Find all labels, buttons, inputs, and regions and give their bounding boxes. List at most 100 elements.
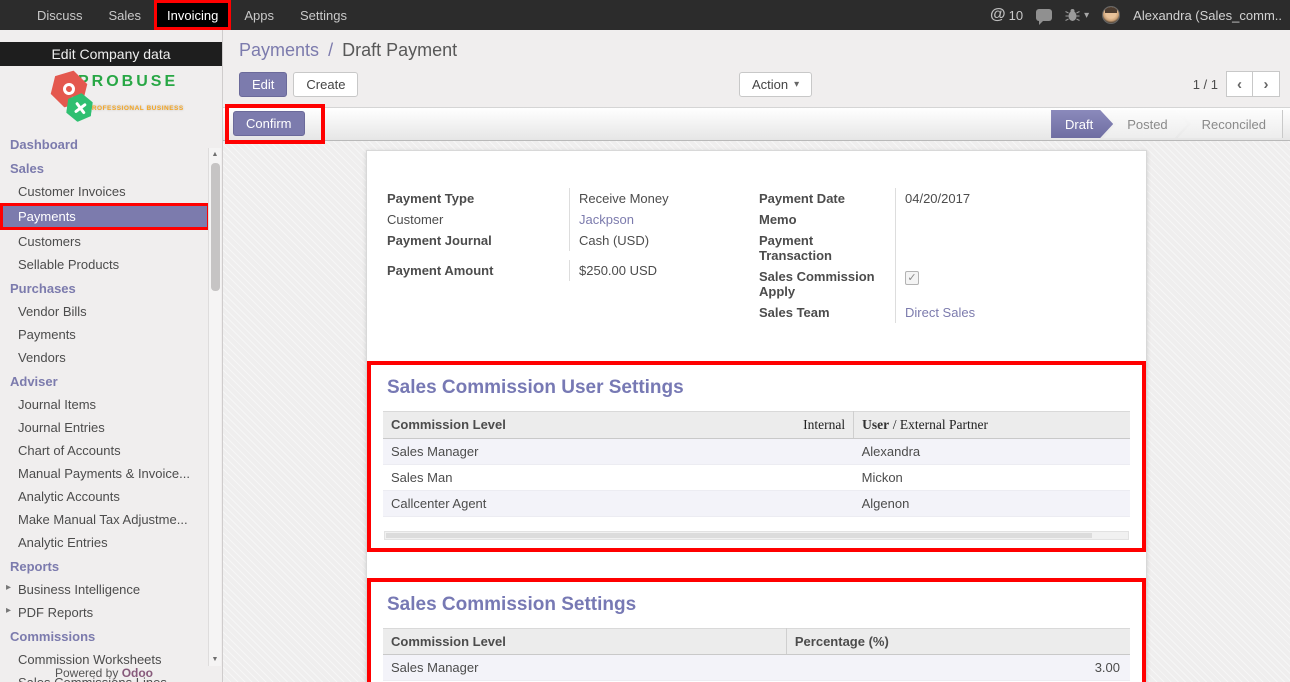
col-commission-level[interactable]: Commission Level Internal [383, 412, 854, 439]
col-commission-level[interactable]: Commission Level [383, 629, 786, 655]
cell-user: Mickon [854, 465, 1130, 491]
sidebar-item-dashboard[interactable]: Dashboard [0, 132, 222, 156]
status-reconciled[interactable]: Reconciled [1178, 110, 1283, 138]
form-sheet: Payment Type Receive Money Customer Jack… [366, 150, 1147, 682]
menu-invoicing[interactable]: Invoicing [154, 0, 231, 30]
sidebar-item-payments[interactable]: Payments [3, 206, 207, 227]
menu-discuss[interactable]: Discuss [24, 0, 96, 30]
sidebar-item-vendors[interactable]: Vendors [0, 346, 222, 369]
table-row[interactable]: Sales Manager 3.00 [383, 655, 1130, 681]
debug-menu[interactable]: ▾ [1065, 8, 1089, 22]
customer-link[interactable]: Jackpson [569, 209, 759, 230]
annotation-box-confirm: Confirm [225, 104, 325, 144]
magnifier-icon [62, 82, 77, 97]
cell-user: Alexandra [854, 439, 1130, 465]
sidebar-section-adviser[interactable]: Adviser [0, 369, 222, 393]
user-menu[interactable]: Alexandra (Sales_comm.. [1133, 8, 1282, 23]
sidebar-item-manual-tax[interactable]: Make Manual Tax Adjustme... [0, 508, 222, 531]
mention-count: 10 [1009, 8, 1023, 23]
table-row[interactable]: Sales Man Mickon [383, 465, 1130, 491]
mentions-counter[interactable]: @ 10 [990, 6, 1023, 24]
expand-arrow-icon[interactable]: ▸ [6, 605, 11, 616]
scrollbar-thumb[interactable] [386, 533, 1092, 538]
sidebar-section-sales[interactable]: Sales [0, 156, 222, 180]
table-row[interactable]: Callcenter Agent Algenon [383, 491, 1130, 517]
sidebar-item-analytic-accounts[interactable]: Analytic Accounts [0, 485, 222, 508]
sidebar-item-journal-items[interactable]: Journal Items [0, 393, 222, 416]
logo-text: PROBUSE PROFESSIONAL BUSINESS [78, 73, 198, 122]
sidebar-scrollbar[interactable]: ▲ ▼ [208, 148, 221, 666]
sidebar-item-analytic-entries[interactable]: Analytic Entries [0, 531, 222, 554]
sidebar-item-label: PDF Reports [18, 605, 93, 620]
sidebar-nav: Dashboard Sales Customer Invoices Paymen… [0, 132, 222, 682]
powered-prefix: Powered by [55, 666, 118, 680]
pager-previous-button[interactable]: ‹ [1226, 71, 1253, 97]
breadcrumb: Payments / Draft Payment [223, 30, 1290, 65]
mention-icon: @ [990, 6, 1006, 24]
sales-team-link[interactable]: Direct Sales [895, 302, 1128, 323]
payment-journal-value: Cash (USD) [569, 230, 759, 251]
statusbar: Confirm Draft Posted Reconciled [223, 107, 1290, 141]
breadcrumb-payments-link[interactable]: Payments [239, 40, 319, 60]
horizontal-scrollbar[interactable] [384, 531, 1129, 540]
sidebar-item-business-intelligence[interactable]: ▸Business Intelligence [0, 578, 222, 601]
main-panel: Payments / Draft Payment Edit Create Act… [223, 30, 1290, 682]
expand-arrow-icon[interactable]: ▸ [6, 582, 11, 593]
status-draft[interactable]: Draft [1051, 110, 1113, 138]
sidebar-item-pdf-reports[interactable]: ▸ PDF Reports [0, 601, 222, 624]
col-percentage[interactable]: Percentage (%) [786, 629, 1130, 655]
sidebar-item-sellable-products[interactable]: Sellable Products [0, 253, 222, 276]
action-dropdown[interactable]: Action ▾ [739, 72, 812, 97]
caret-down-icon: ▾ [794, 79, 799, 90]
scroll-down-icon[interactable]: ▼ [212, 653, 219, 666]
sidebar-section-commissions[interactable]: Commissions [0, 624, 222, 648]
payment-transaction-label: Payment Transaction [759, 230, 895, 266]
sales-commission-apply-checkbox[interactable]: ✓ [905, 271, 919, 285]
memo-value [895, 209, 1128, 230]
scrollbar-thumb[interactable] [211, 163, 220, 291]
sidebar-section-purchases[interactable]: Purchases [0, 276, 222, 300]
scroll-up-icon[interactable]: ▲ [212, 148, 219, 161]
confirm-button[interactable]: Confirm [233, 111, 305, 136]
user-settings-title: Sales Commission User Settings [387, 377, 1130, 399]
user-settings-table: Commission Level Internal User / Externa… [383, 411, 1130, 517]
status-posted[interactable]: Posted [1103, 110, 1187, 138]
table-row[interactable]: Sales Manager Alexandra [383, 439, 1130, 465]
col-label-internal: Internal [803, 417, 845, 433]
sidebar-item-customer-invoices[interactable]: Customer Invoices [0, 180, 222, 203]
sidebar-item-chart-of-accounts[interactable]: Chart of Accounts [0, 439, 222, 462]
annotation-box-payments: Payments [0, 203, 210, 230]
commission-settings-table: Commission Level Percentage (%) Sales Ma… [383, 628, 1130, 682]
left-sidebar: Edit Company data PROBUSE PROFESSIONAL B… [0, 30, 223, 682]
sidebar-section-reports[interactable]: Reports [0, 554, 222, 578]
payment-amount-label: Payment Amount [387, 260, 569, 281]
cell-level: Callcenter Agent [383, 491, 854, 517]
odoo-brand-link[interactable]: Odoo [122, 666, 153, 680]
edit-button[interactable]: Edit [239, 72, 287, 97]
sidebar-item-journal-entries[interactable]: Journal Entries [0, 416, 222, 439]
sidebar-item-customers[interactable]: Customers [0, 230, 222, 253]
customer-label: Customer [387, 209, 569, 230]
sidebar-item-vendor-bills[interactable]: Vendor Bills [0, 300, 222, 323]
user-avatar[interactable] [1102, 6, 1120, 24]
sales-team-label: Sales Team [759, 302, 895, 323]
payment-type-value: Receive Money [569, 188, 759, 209]
status-pipeline: Draft Posted Reconciled [1051, 110, 1283, 138]
sidebar-item-payments-purchase[interactable]: Payments [0, 323, 222, 346]
topbar-right: @ 10 ▾ Alexandra (Sales_comm.. [990, 6, 1290, 24]
payment-date-value: 04/20/2017 [895, 188, 1128, 209]
company-logo[interactable]: PROBUSE PROFESSIONAL BUSINESS [0, 68, 222, 124]
messages-icon[interactable] [1036, 9, 1052, 21]
sidebar-item-manual-payments[interactable]: Manual Payments & Invoice... [0, 462, 222, 485]
payment-type-label: Payment Type [387, 188, 569, 209]
cell-level: Sales Manager [383, 439, 854, 465]
create-button[interactable]: Create [293, 72, 358, 97]
commission-settings-title: Sales Commission Settings [387, 594, 1130, 616]
menu-settings[interactable]: Settings [287, 0, 360, 30]
menu-sales[interactable]: Sales [96, 0, 155, 30]
menu-apps[interactable]: Apps [231, 0, 287, 30]
edit-company-tooltip[interactable]: Edit Company data [0, 42, 222, 66]
col-label: Commission Level [391, 417, 506, 432]
col-user-external-partner[interactable]: User / External Partner [854, 412, 1130, 439]
pager-next-button[interactable]: › [1253, 71, 1280, 97]
